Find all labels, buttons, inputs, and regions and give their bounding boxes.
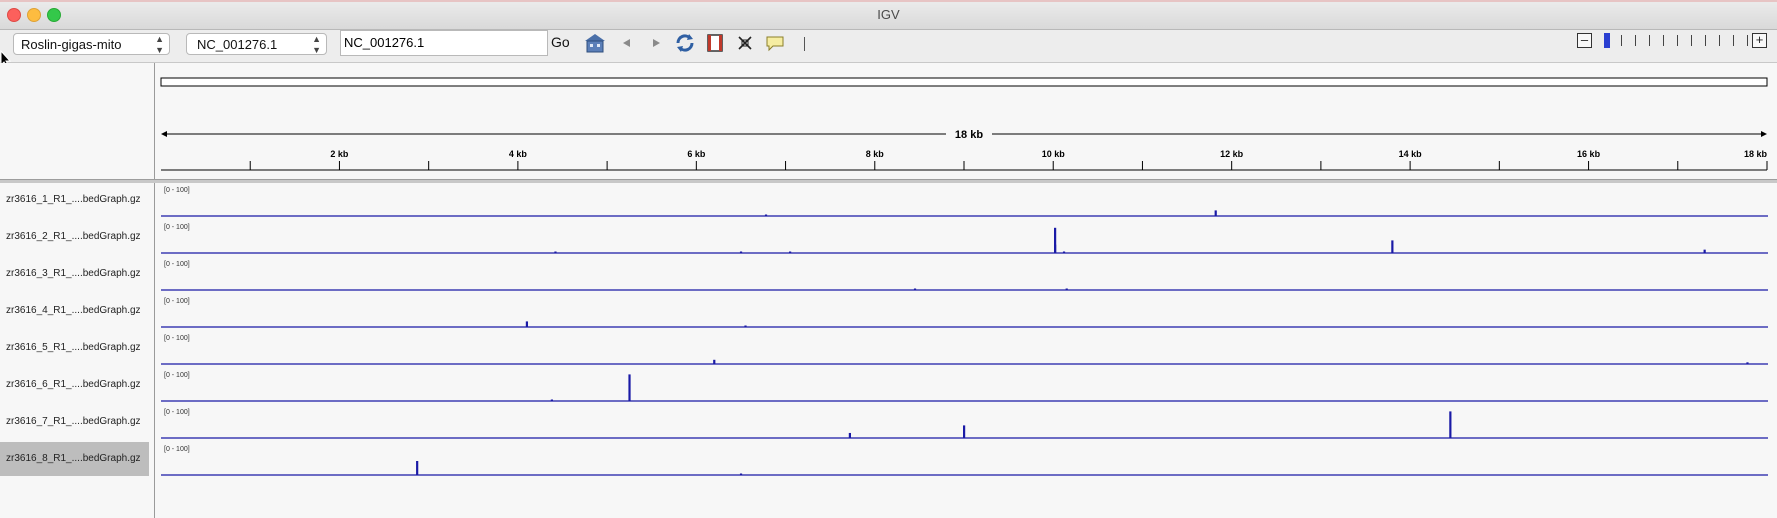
chromosome-select[interactable]: NC_001276.1 ▲ ▼ — [186, 33, 327, 55]
genome-select[interactable]: Roslin-gigas-mito ▲ ▼ — [13, 33, 170, 55]
chromosome-ideogram[interactable] — [160, 77, 1768, 87]
coverage-bar — [550, 399, 553, 401]
toolbar: Roslin-gigas-mito ▲ ▼ NC_001276.1 ▲ ▼ NC_0… — [0, 30, 1777, 63]
coverage-bar — [739, 251, 743, 253]
select-arrows-icon: ▲ ▼ — [155, 34, 164, 55]
track-data-range: [0 - 100] — [164, 335, 190, 342]
ruler-panel[interactable]: 18 kb 2 kb 4 kb 6 kb 8 kb 10 kb 12 kb 14 kb 16 … — [156, 63, 1777, 179]
coverage-bar — [789, 251, 792, 253]
track-name[interactable]: zr3616_2_R1_....bedGraph.gz — [0, 220, 149, 254]
coverage-bar — [713, 359, 716, 364]
span-label: 18 kb — [955, 129, 983, 141]
genome-select-value: Roslin-gigas-mito — [21, 37, 122, 52]
coverage-bar — [1703, 249, 1706, 253]
track-row[interactable]: [0 - 100] — [161, 372, 1768, 402]
track-data-range: [0 - 100] — [164, 187, 190, 194]
coverage-bar — [1391, 240, 1394, 253]
toolbar-separator — [804, 37, 805, 51]
track-data-range: [0 - 100] — [164, 224, 190, 231]
zoom-tick[interactable] — [1705, 35, 1706, 46]
zoom-out-icon[interactable]: – — [1577, 33, 1592, 48]
coverage-bar — [416, 461, 419, 475]
track-name[interactable]: zr3616_7_R1_....bedGraph.gz — [0, 405, 149, 439]
refresh-icon[interactable] — [674, 32, 696, 54]
popup-text-icon[interactable] — [764, 32, 786, 54]
track-name[interactable]: zr3616_4_R1_....bedGraph.gz — [0, 294, 149, 328]
resize-icon[interactable] — [734, 32, 756, 54]
zoom-tick[interactable] — [1663, 35, 1664, 46]
ruler-tick-label: 10 kb — [1042, 149, 1066, 159]
ruler-tick-label: 8 kb — [866, 149, 885, 159]
track-row[interactable]: [0 - 100] — [161, 409, 1768, 439]
locus-search-input[interactable]: NC_001276.1 — [340, 30, 548, 56]
track-name[interactable]: zr3616_8_R1_....bedGraph.gz — [0, 442, 149, 476]
track-row[interactable]: [0 - 100] — [161, 446, 1768, 476]
coverage-bar — [739, 473, 743, 475]
zoom-widget[interactable]: – + — [1577, 33, 1767, 53]
coverage-bar — [963, 425, 966, 438]
track-row[interactable]: [0 - 100] — [161, 187, 1768, 217]
go-button[interactable]: Go — [551, 34, 570, 50]
select-arrows-icon: ▲ ▼ — [312, 34, 321, 55]
coverage-bar — [744, 325, 747, 327]
track-data-range: [0 - 100] — [164, 372, 190, 379]
region-of-interest-icon[interactable] — [704, 32, 726, 54]
zoom-tick[interactable] — [1677, 35, 1678, 46]
zoom-tick[interactable] — [1719, 35, 1720, 46]
track-data-range: [0 - 100] — [164, 261, 190, 268]
forward-icon[interactable] — [645, 32, 667, 54]
coverage-bar — [525, 321, 529, 327]
track-data-range: [0 - 100] — [164, 298, 190, 305]
window-title: IGV — [877, 7, 900, 22]
back-icon[interactable] — [616, 32, 638, 54]
span-right-arrow-icon — [1761, 131, 1767, 137]
zoom-tick[interactable] — [1747, 35, 1748, 46]
home-icon[interactable] — [584, 32, 606, 54]
span-left-arrow-icon — [161, 131, 167, 137]
track-row[interactable]: [0 - 100] — [161, 261, 1768, 291]
track-data-range: [0 - 100] — [164, 446, 190, 453]
ruler-tick-label: 16 kb — [1577, 149, 1601, 159]
track-row[interactable]: [0 - 100] — [161, 298, 1768, 328]
window-titlebar: IGV — [0, 0, 1777, 30]
zoom-tick[interactable] — [1733, 35, 1734, 46]
chromosome-select-value: NC_001276.1 — [197, 37, 278, 52]
coverage-bar — [1065, 288, 1068, 290]
ruler-tick-label: 18 kb — [1744, 149, 1768, 159]
zoom-tick[interactable] — [1621, 35, 1622, 46]
main-panel: zr3616_1_R1_....bedGraph.gz zr3616_2_R1_.… — [0, 63, 1777, 518]
track-name[interactable]: zr3616_5_R1_....bedGraph.gz — [0, 331, 149, 365]
coverage-bar — [1062, 251, 1066, 253]
ruler-tick-label: 12 kb — [1220, 149, 1244, 159]
track-row[interactable]: [0 - 100] — [161, 224, 1768, 254]
track-name[interactable]: zr3616_3_R1_....bedGraph.gz — [0, 257, 149, 291]
zoom-tick[interactable] — [1691, 35, 1692, 46]
ruler-tick-label: 4 kb — [509, 149, 528, 159]
coverage-bar — [1214, 210, 1217, 216]
zoom-level-indicator[interactable] — [1604, 33, 1610, 48]
ruler-tick-label: 2 kb — [330, 149, 349, 159]
track-name[interactable]: zr3616_6_R1_....bedGraph.gz — [0, 368, 149, 402]
coverage-bar — [848, 432, 851, 438]
coverage-bar — [554, 251, 557, 253]
coverage-bar — [913, 288, 917, 290]
ruler-tick-label: 14 kb — [1399, 149, 1423, 159]
track-name-panel: zr3616_1_R1_....bedGraph.gz zr3616_2_R1_.… — [0, 63, 155, 518]
zoom-tick[interactable] — [1649, 35, 1650, 46]
coverage-bar — [1054, 244, 1057, 253]
coverage-bar — [628, 374, 631, 401]
zoom-in-icon[interactable]: + — [1752, 33, 1767, 48]
coverage-bar — [764, 214, 768, 216]
ruler-tick-label: 6 kb — [687, 149, 706, 159]
coverage-bar — [1449, 411, 1452, 438]
coverage-bar — [1746, 362, 1749, 364]
data-panel[interactable]: [0 - 100] [0 - 100] [0 - 100] [0 - 100] [0 -… — [156, 182, 1777, 518]
track-name[interactable]: zr3616_1_R1_....bedGraph.gz — [0, 183, 149, 217]
track-row[interactable]: [0 - 100] — [161, 335, 1768, 365]
zoom-tick[interactable] — [1635, 35, 1636, 46]
track-data-range: [0 - 100] — [164, 409, 190, 416]
